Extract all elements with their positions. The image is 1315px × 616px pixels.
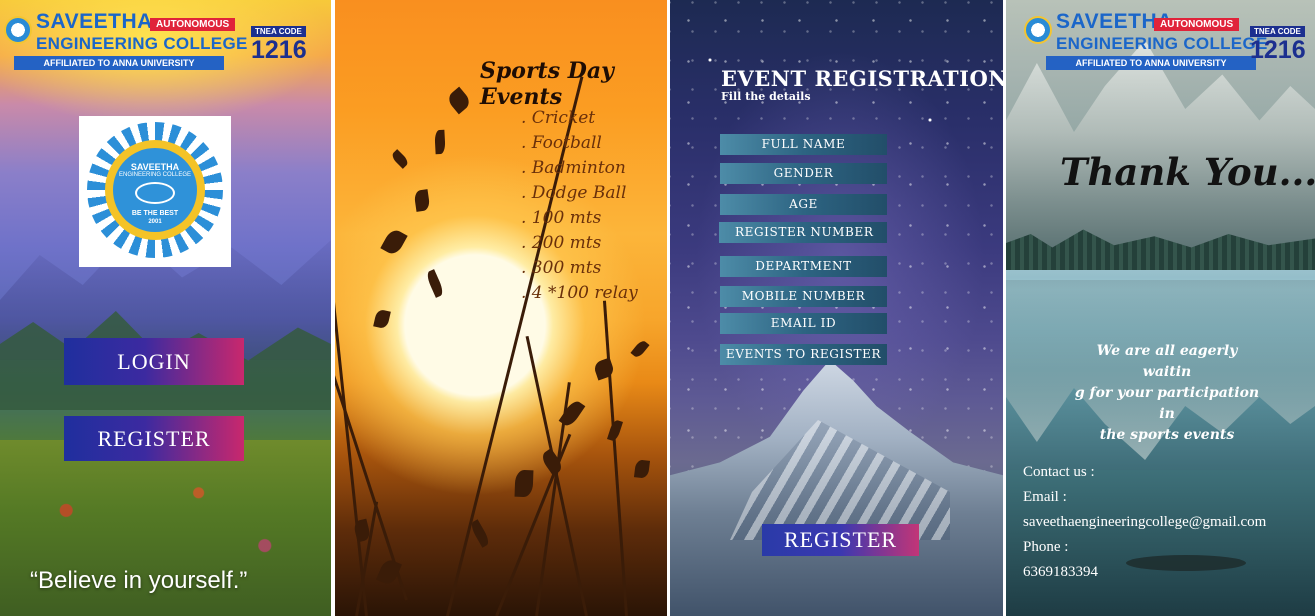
register-button[interactable]: REGISTER bbox=[64, 416, 244, 461]
logo-motto: BE THE BEST bbox=[131, 210, 179, 217]
event-item-100m: . 100 mts bbox=[521, 208, 602, 228]
login-screen: SAVEETHA ENGINEERING COLLEGE AUTONOMOUS … bbox=[0, 0, 331, 616]
phone-number[interactable]: 6369183394 bbox=[1023, 560, 1266, 585]
department-field[interactable]: DEPARTMENT bbox=[720, 256, 887, 277]
submit-register-button[interactable]: REGISTER bbox=[762, 524, 919, 556]
tnea-code-value: 1216 bbox=[1250, 36, 1306, 64]
participation-message: We are all eagerly waitin g for your par… bbox=[1072, 341, 1262, 446]
atom-icon bbox=[135, 182, 175, 204]
tnea-code-value: 1216 bbox=[251, 36, 307, 64]
contact-block: Contact us : Email : saveethaengineering… bbox=[1023, 460, 1266, 585]
login-button[interactable]: LOGIN bbox=[64, 338, 244, 385]
thank-you-screen: SAVEETHA ENGINEERING COLLEGE AUTONOMOUS … bbox=[1006, 0, 1315, 616]
college-logo-card: SAVEETHA ENGINEERING COLLEGE BE THE BEST… bbox=[79, 116, 231, 267]
contact-heading: Contact us : bbox=[1023, 464, 1095, 480]
affiliation-banner: AFFILIATED TO ANNA UNIVERSITY bbox=[14, 56, 224, 70]
age-field[interactable]: AGE bbox=[720, 194, 887, 215]
logo-name-top: SAVEETHA bbox=[130, 162, 180, 172]
autonomous-badge: AUTONOMOUS bbox=[1154, 18, 1240, 31]
events-title: Sports Day Events bbox=[480, 58, 614, 110]
email-id-field[interactable]: EMAIL ID bbox=[720, 313, 887, 334]
tagline: “Believe in yourself.” bbox=[30, 567, 248, 594]
email-label: Email : bbox=[1023, 489, 1067, 505]
event-item-football: . Football bbox=[521, 133, 602, 153]
college-header-logo-2: SAVEETHA ENGINEERING COLLEGE AUTONOMOUS … bbox=[1024, 4, 1315, 70]
thank-you-heading: Thank You..... bbox=[1060, 150, 1315, 194]
events-to-register-field[interactable]: EVENTS TO REGISTER bbox=[720, 344, 887, 365]
gender-field[interactable]: GENDER bbox=[720, 163, 887, 184]
full-name-field[interactable]: FULL NAME bbox=[720, 134, 887, 155]
event-item-dodge-ball: . Dodge Ball bbox=[521, 183, 627, 203]
plant-leaf bbox=[434, 129, 446, 155]
college-seal-icon bbox=[1024, 16, 1052, 44]
register-number-field[interactable]: REGISTER NUMBER bbox=[719, 222, 887, 243]
event-item-cricket: . Cricket bbox=[521, 108, 596, 128]
form-subtitle: Fill the details bbox=[721, 90, 811, 103]
event-item-relay: . 4 *100 relay bbox=[521, 283, 638, 303]
college-name-line1: SAVEETHA bbox=[36, 10, 153, 33]
college-name-line2: ENGINEERING COLLEGE bbox=[1056, 34, 1268, 53]
logo-name-bottom: ENGINEERING COLLEGE bbox=[118, 172, 192, 178]
college-header-logo: SAVEETHA ENGINEERING COLLEGE AUTONOMOUS … bbox=[4, 4, 324, 70]
event-item-300m: . 300 mts bbox=[521, 258, 602, 278]
phone-label: Phone : bbox=[1023, 539, 1069, 555]
message-line: g for your participation in bbox=[1074, 385, 1260, 422]
gear-emblem-icon: SAVEETHA ENGINEERING COLLEGE BE THE BEST… bbox=[87, 122, 223, 258]
logo-year: 2001 bbox=[148, 219, 162, 225]
form-title: EVENT REGISTRATION FORM bbox=[721, 66, 1003, 91]
event-item-200m: . 200 mts bbox=[521, 233, 602, 253]
mobile-number-field[interactable]: MOBILE NUMBER bbox=[720, 286, 887, 307]
event-item-badminton: . Badminton bbox=[521, 158, 626, 178]
college-seal-icon bbox=[4, 16, 32, 44]
message-line: the sports events bbox=[1099, 427, 1235, 443]
message-line: We are all eagerly waitin bbox=[1096, 343, 1238, 380]
affiliation-banner: AFFILIATED TO ANNA UNIVERSITY bbox=[1046, 56, 1256, 70]
email-link[interactable]: saveethaengineeringcollege@gmail.com bbox=[1023, 510, 1266, 535]
autonomous-badge: AUTONOMOUS bbox=[150, 18, 236, 31]
events-screen: Sports Day Events . Cricket . Football .… bbox=[335, 0, 667, 616]
events-list: . Cricket . Football . Badminton . Dodge… bbox=[521, 106, 638, 306]
registration-form-screen: EVENT REGISTRATION FORM Fill the details… bbox=[670, 0, 1003, 616]
college-name-line2: ENGINEERING COLLEGE bbox=[36, 34, 248, 53]
